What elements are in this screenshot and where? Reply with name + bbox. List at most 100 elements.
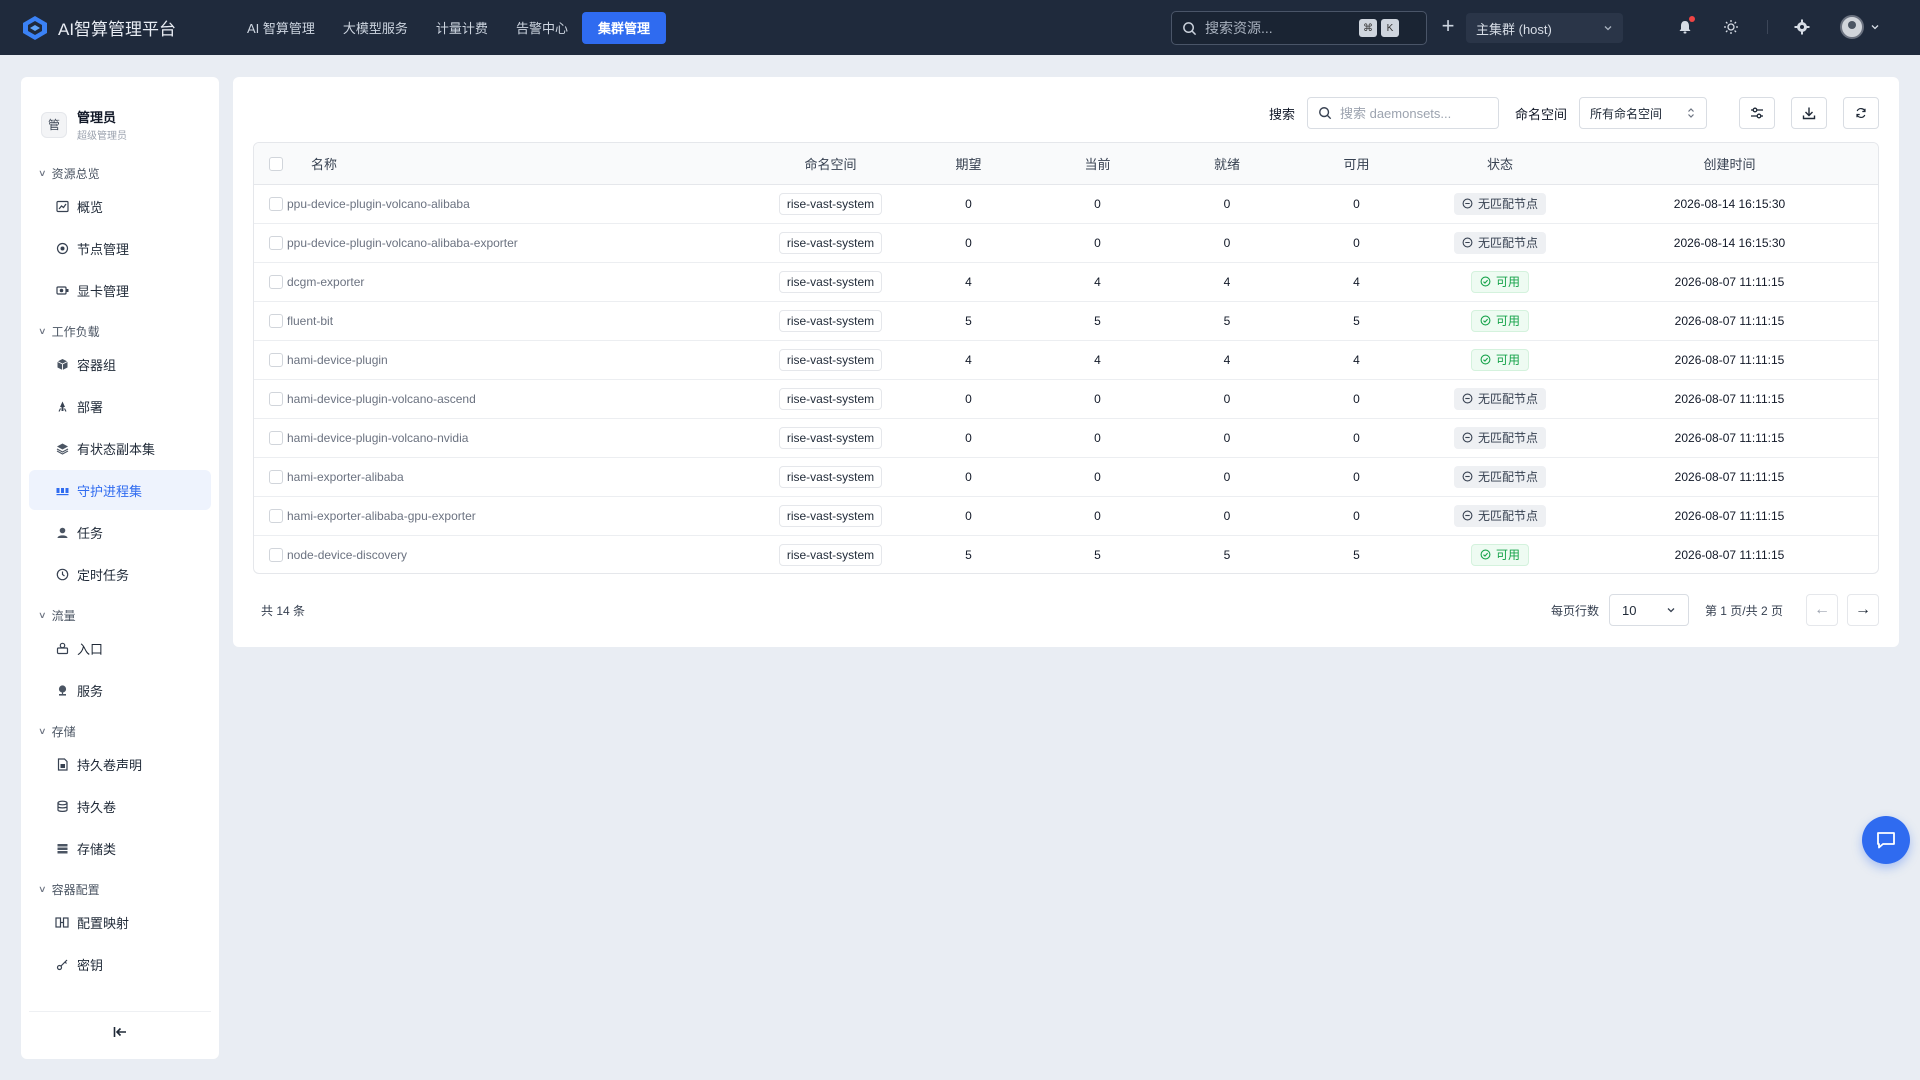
row-checkbox[interactable]	[268, 469, 283, 484]
row-checkbox[interactable]	[268, 274, 283, 289]
download-button[interactable]	[1791, 97, 1827, 129]
sidebar-menu[interactable]: ∨ 资源总览 概览 节点管理 显卡管理 ∨ 工作负载 容器组 部署 有状态副本集…	[21, 152, 219, 974]
nav-llm-service[interactable]: 大模型服务	[329, 12, 422, 44]
column-header-namespace[interactable]: 命名空间	[757, 143, 904, 185]
settings-gear-icon[interactable]	[1791, 16, 1813, 38]
desired-count: 4	[904, 340, 1033, 380]
column-header-status[interactable]: 状态	[1421, 143, 1579, 185]
daemonset-name[interactable]: hami-exporter-alibaba-gpu-exporter	[287, 496, 757, 536]
namespace-cell: rise-vast-system	[757, 301, 904, 341]
column-header-name[interactable]: 名称	[287, 143, 757, 185]
table-row[interactable]: node-device-discovery rise-vast-system 5 5 5…	[254, 535, 1878, 573]
table-row[interactable]: dcgm-exporter rise-vast-system 4 4 4 4 可用 2026-…	[254, 262, 1878, 302]
nav-alerts[interactable]: 告警中心	[502, 12, 582, 44]
row-checkbox[interactable]	[268, 548, 283, 563]
row-checkbox[interactable]	[268, 430, 283, 445]
daemonset-name[interactable]: ppu-device-plugin-volcano-alibaba	[287, 184, 757, 224]
global-search-input[interactable]	[1205, 20, 1355, 36]
column-header-ready[interactable]: 就绪	[1162, 143, 1292, 185]
filter-settings-button[interactable]	[1739, 97, 1775, 129]
daemonset-name[interactable]: node-device-discovery	[287, 535, 757, 573]
sidebar-item-nodes[interactable]: 节点管理	[29, 228, 211, 268]
cluster-select[interactable]: 主集群 (host)	[1466, 13, 1623, 43]
daemonset-name[interactable]: hami-exporter-alibaba	[287, 457, 757, 497]
sidebar-item-pods[interactable]: 容器组	[29, 344, 211, 384]
sidebar-item-daemonsets[interactable]: 守护进程集	[29, 470, 211, 510]
user-menu[interactable]	[1840, 15, 1880, 39]
sidebar-item-pvcs[interactable]: 持久卷声明	[29, 744, 211, 784]
table-row[interactable]: fluent-bit rise-vast-system 5 5 5 5 可用 2026-08-…	[254, 301, 1878, 341]
sidebar-item-jobs[interactable]: 任务	[29, 512, 211, 552]
node-icon	[55, 241, 69, 255]
table-row[interactable]: hami-exporter-alibaba-gpu-exporter rise-v…	[254, 496, 1878, 536]
sidebar-item-secrets[interactable]: 密钥	[29, 944, 211, 974]
sidebar-item-overview[interactable]: 概览	[29, 186, 211, 226]
nav-billing[interactable]: 计量计费	[422, 12, 502, 44]
row-checkbox[interactable]	[268, 196, 283, 211]
table-row[interactable]: hami-device-plugin-volcano-nvidia rise-va…	[254, 418, 1878, 458]
sidebar-item-configmaps[interactable]: 配置映射	[29, 902, 211, 942]
current-count: 0	[1033, 457, 1162, 497]
sidebar-item-services[interactable]: 服务	[29, 670, 211, 710]
current-count: 0	[1033, 418, 1162, 458]
sidebar-item-storageclasses[interactable]: 存储类	[29, 828, 211, 868]
group-header-storage[interactable]: ∨ 存储	[21, 720, 219, 742]
nav-cluster-management[interactable]: 集群管理	[581, 11, 666, 44]
daemonset-name[interactable]: hami-device-plugin-volcano-nvidia	[287, 418, 757, 458]
minus-circle-icon	[1462, 198, 1473, 209]
next-page-button[interactable]: →	[1847, 594, 1879, 626]
row-checkbox[interactable]	[268, 391, 283, 406]
status-cell: 无匹配节点	[1421, 496, 1579, 536]
column-header-current[interactable]: 当前	[1033, 143, 1162, 185]
table-row[interactable]: hami-device-plugin rise-vast-system 4 4 4 4 可用…	[254, 340, 1878, 380]
add-icon[interactable]: +	[1436, 14, 1460, 38]
brand[interactable]: AI智算管理平台	[20, 13, 210, 43]
status-badge: 无匹配节点	[1453, 387, 1546, 410]
collapse-sidebar-button[interactable]	[29, 1011, 211, 1051]
daemonset-name[interactable]: hami-device-plugin	[287, 340, 757, 380]
sidebar-item-cronjobs[interactable]: 定时任务	[29, 554, 211, 594]
daemon-icon	[55, 483, 69, 497]
daemonset-name[interactable]: fluent-bit	[287, 301, 757, 341]
sidebar-item-pvs[interactable]: 持久卷	[29, 786, 211, 826]
table-row[interactable]: hami-exporter-alibaba rise-vast-system 0 0 0…	[254, 457, 1878, 497]
notification-bell-icon[interactable]	[1674, 16, 1696, 38]
column-header-created[interactable]: 创建时间	[1579, 143, 1878, 185]
column-header-desired[interactable]: 期望	[904, 143, 1033, 185]
status-text: 可用	[1495, 275, 1520, 289]
daemonset-name[interactable]: hami-device-plugin-volcano-ascend	[287, 379, 757, 419]
menu-group-workloads: ∨ 工作负载 容器组 部署 有状态副本集 守护进程集 任务 定时任务	[21, 320, 219, 594]
namespace-select[interactable]: 所有命名空间	[1579, 97, 1707, 129]
sidebar-item-gpus[interactable]: 显卡管理	[29, 270, 211, 310]
page-size-select[interactable]: 10	[1608, 594, 1689, 626]
sidebar-item-deployments[interactable]: 部署	[29, 386, 211, 426]
theme-sun-icon[interactable]	[1720, 16, 1742, 38]
row-checkbox[interactable]	[268, 352, 283, 367]
refresh-button[interactable]	[1843, 97, 1879, 129]
chat-assistant-button[interactable]	[1862, 816, 1910, 864]
prev-page-button[interactable]: ←	[1806, 594, 1838, 626]
daemonset-name[interactable]: ppu-device-plugin-volcano-alibaba-export…	[287, 223, 757, 263]
row-checkbox[interactable]	[268, 313, 283, 328]
select-all-checkbox[interactable]	[268, 157, 283, 172]
daemonset-name[interactable]: dcgm-exporter	[287, 262, 757, 302]
table-row[interactable]: hami-device-plugin-volcano-ascend rise-va…	[254, 379, 1878, 419]
table-row[interactable]: ppu-device-plugin-volcano-alibaba-export…	[254, 223, 1878, 263]
row-checkbox[interactable]	[268, 508, 283, 523]
sidebar-item-ingress[interactable]: 入口	[29, 628, 211, 668]
daemonset-search-input[interactable]	[1339, 105, 1480, 121]
created-time: 2026-08-14 16:15:30	[1579, 184, 1878, 224]
group-header-overview[interactable]: ∨ 资源总览	[21, 162, 219, 184]
column-header-available[interactable]: 可用	[1292, 143, 1421, 185]
ingress-icon	[55, 641, 69, 655]
sidebar-item-statefulsets[interactable]: 有状态副本集	[29, 428, 211, 468]
global-search[interactable]: ⌘ K	[1171, 11, 1427, 45]
group-header-workloads[interactable]: ∨ 工作负载	[21, 320, 219, 342]
daemonset-search[interactable]	[1306, 97, 1499, 129]
nav-ai-compute[interactable]: AI 智算管理	[233, 12, 329, 44]
row-checkbox[interactable]	[268, 235, 283, 250]
table-row[interactable]: ppu-device-plugin-volcano-alibaba rise-va…	[254, 184, 1878, 224]
current-count: 0	[1033, 496, 1162, 536]
group-header-traffic[interactable]: ∨ 流量	[21, 604, 219, 626]
group-header-config[interactable]: ∨ 容器配置	[21, 878, 219, 900]
